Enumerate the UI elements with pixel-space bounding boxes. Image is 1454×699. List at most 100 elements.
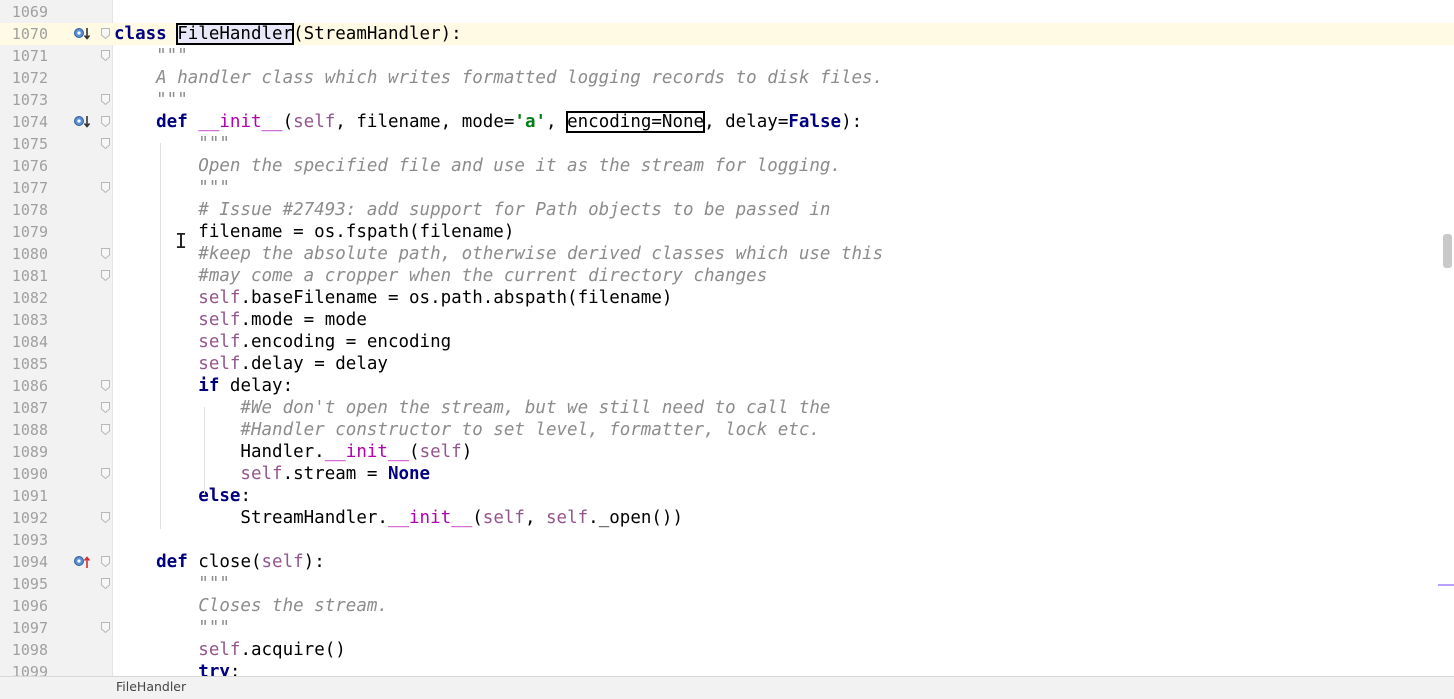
line-number: 1088 [11, 421, 48, 439]
code-token: ): [841, 112, 863, 132]
code-text: def __init__(self, filename, mode='a', e… [114, 111, 862, 133]
code-token: , [524, 508, 547, 528]
code-token: """ [114, 574, 230, 594]
fold-marker-icon[interactable] [101, 28, 110, 39]
line-number: 1082 [11, 289, 48, 307]
fold-marker-icon[interactable] [101, 116, 110, 127]
code-token: ( [282, 112, 294, 132]
code-line[interactable]: 1075 """ [0, 133, 1454, 155]
code-line[interactable]: 1085 self.delay = delay [0, 353, 1454, 375]
code-token: # Issue #27493: add support for Path obj… [114, 200, 831, 220]
fold-marker-icon[interactable] [101, 182, 110, 193]
fold-marker-icon[interactable] [101, 578, 110, 589]
code-line[interactable]: 1081 #may come a cropper when the curren… [0, 265, 1454, 287]
code-line[interactable]: 1080 #keep the absolute path, otherwise … [0, 243, 1454, 265]
code-editor[interactable]: 1069 1070 class FileHandler(StreamHandler)… [0, 0, 1454, 676]
code-line[interactable]: 1082 self.baseFilename = os.path.abspath… [0, 287, 1454, 309]
code-token: #We don't open the stream, but we still … [114, 398, 831, 418]
fold-marker-icon[interactable] [101, 380, 110, 391]
code-text: #may come a cropper when the current dir… [114, 265, 767, 287]
code-line[interactable]: 1088 #Handler constructor to set level, … [0, 419, 1454, 441]
code-line[interactable]: 1069 [0, 1, 1454, 23]
code-line[interactable]: 1090 self.stream = None [0, 463, 1454, 485]
code-text: """ [114, 133, 230, 155]
line-number: 1094 [11, 553, 48, 571]
fold-marker-icon[interactable] [101, 138, 110, 149]
fold-marker-icon[interactable] [101, 50, 110, 61]
override-down-icon[interactable] [73, 26, 93, 42]
fold-marker-icon[interactable] [101, 94, 110, 105]
code-token: , delay= [704, 112, 789, 132]
line-number: 1090 [11, 465, 48, 483]
fold-marker-icon[interactable] [101, 622, 110, 633]
code-token: , [546, 112, 568, 132]
code-token: #keep the absolute path, otherwise deriv… [114, 244, 884, 264]
code-token: self [114, 640, 241, 660]
code-token: self [293, 112, 336, 132]
code-token: self [114, 310, 241, 330]
line-number: 1076 [11, 157, 48, 175]
code-line[interactable]: 1074 def __init__(self, filename, mode='… [0, 111, 1454, 133]
fold-marker-icon[interactable] [101, 270, 110, 281]
breadcrumb-item[interactable]: FileHandler [116, 679, 186, 694]
error-stripe-mark[interactable] [1438, 584, 1454, 586]
code-line[interactable]: 1087 #We don't open the stream, but we s… [0, 397, 1454, 419]
line-number: 1091 [11, 487, 48, 505]
code-line[interactable]: 1097 """ [0, 617, 1454, 639]
code-text: # Issue #27493: add support for Path obj… [114, 199, 830, 221]
line-number: 1074 [11, 113, 48, 131]
code-line[interactable]: 1089 Handler.__init__(self) [0, 441, 1454, 463]
code-text: Handler.__init__(self) [114, 441, 472, 463]
line-number: 1093 [11, 531, 48, 549]
code-line[interactable]: 1084 self.encoding = encoding [0, 331, 1454, 353]
code-text: """ [114, 617, 230, 639]
fold-marker-icon[interactable] [101, 556, 110, 567]
code-token: .mode = mode [240, 310, 367, 330]
line-number: 1083 [11, 311, 48, 329]
code-line[interactable]: 1095 """ [0, 573, 1454, 595]
code-token: #may come a cropper when the current dir… [114, 266, 768, 286]
code-text: try: [114, 661, 240, 676]
code-token: delay: [229, 376, 294, 396]
code-token: ): [303, 552, 325, 572]
code-line[interactable]: 1086 if delay: [0, 375, 1454, 397]
override-down-icon[interactable] [73, 114, 93, 130]
code-text: """ [114, 89, 188, 111]
fold-marker-icon[interactable] [101, 248, 110, 259]
code-text: #keep the absolute path, otherwise deriv… [114, 243, 883, 265]
code-token: None [387, 464, 431, 484]
code-line[interactable]: 1070 class FileHandler(StreamHandler): [0, 23, 1454, 45]
fold-marker-icon[interactable] [101, 424, 110, 435]
code-line[interactable]: 1078 # Issue #27493: add support for Pat… [0, 199, 1454, 221]
code-line[interactable]: 1091 else: [0, 485, 1454, 507]
code-token: .delay = delay [240, 354, 388, 374]
code-token: __init__ [198, 112, 283, 132]
line-number: 1097 [11, 619, 48, 637]
code-line[interactable]: 1073 """ [0, 89, 1454, 111]
code-line[interactable]: 1099 try: [0, 661, 1454, 676]
code-token: if [114, 376, 230, 396]
code-line[interactable]: 1079 filename = os.fspath(filename) [0, 221, 1454, 243]
implements-up-icon[interactable] [73, 554, 93, 570]
vertical-scrollbar-thumb[interactable] [1443, 234, 1452, 268]
fold-marker-icon[interactable] [101, 468, 110, 479]
line-number: 1073 [11, 91, 48, 109]
line-number: 1096 [11, 597, 48, 615]
code-text: #Handler constructor to set level, forma… [114, 419, 819, 441]
code-line[interactable]: 1076 Open the specified file and use it … [0, 155, 1454, 177]
text-cursor-icon: I [175, 229, 188, 253]
code-line[interactable]: 1096 Closes the stream. [0, 595, 1454, 617]
code-token: .baseFilename = os.path.abspath(filename… [240, 288, 673, 308]
code-line[interactable]: 1093 [0, 529, 1454, 551]
code-line[interactable]: 1094 def close(self): [0, 551, 1454, 573]
code-line[interactable]: 1098 self.acquire() [0, 639, 1454, 661]
fold-marker-icon[interactable] [101, 402, 110, 413]
code-line[interactable]: 1071 """ [0, 45, 1454, 67]
code-token: , filename, mode= [335, 112, 515, 132]
code-token: """ [114, 178, 230, 198]
fold-marker-icon[interactable] [101, 512, 110, 523]
code-line[interactable]: 1092 StreamHandler.__init__(self, self._… [0, 507, 1454, 529]
code-line[interactable]: 1083 self.mode = mode [0, 309, 1454, 331]
code-line[interactable]: 1077 """ [0, 177, 1454, 199]
code-line[interactable]: 1072 A handler class which writes format… [0, 67, 1454, 89]
